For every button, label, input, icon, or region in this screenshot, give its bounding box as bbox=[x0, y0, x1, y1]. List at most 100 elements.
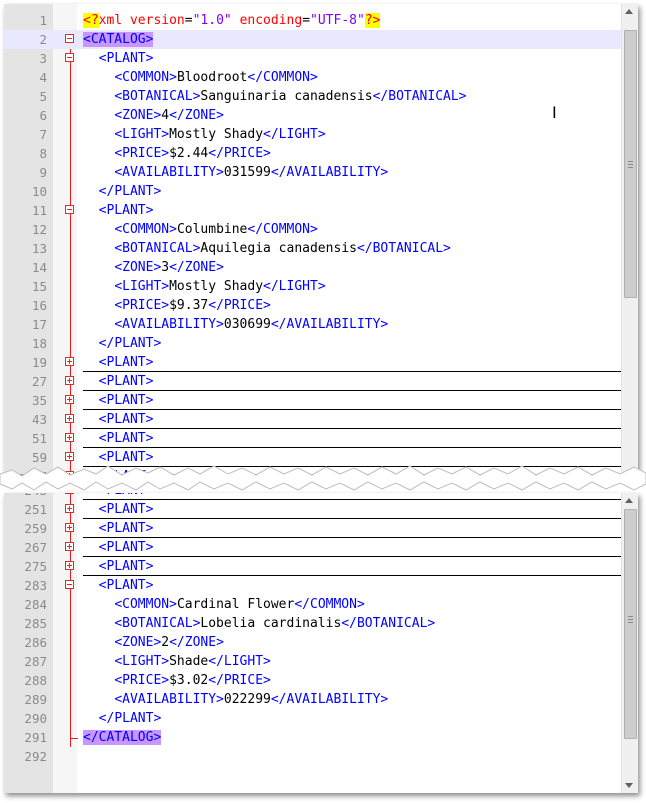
code-line[interactable]: 292 bbox=[4, 747, 621, 766]
xml-tag[interactable]: <PLANT> bbox=[99, 540, 154, 555]
code-line[interactable]: 284 <COMMON>Cardinal Flower</COMMON> bbox=[4, 595, 621, 614]
code-line[interactable]: 288 <PRICE>$3.02</PRICE> bbox=[4, 671, 621, 690]
code-text[interactable]: <CATALOG> bbox=[83, 30, 154, 49]
code-text[interactable]: <AVAILABILITY>030699</AVAILABILITY> bbox=[83, 315, 388, 334]
code-line[interactable]: 243 <PLANT> bbox=[4, 493, 621, 500]
fold-expand-icon[interactable] bbox=[65, 433, 74, 442]
code-line[interactable]: 51 <PLANT> bbox=[4, 429, 621, 448]
code-text[interactable]: <ZONE>2</ZONE> bbox=[83, 633, 224, 652]
code-line[interactable]: 291 </CATALOG> bbox=[4, 728, 621, 747]
code-text[interactable]: <?xml version="1.0" encoding="UTF-8"?> bbox=[83, 11, 381, 30]
xml-tag[interactable]: <PLANT> bbox=[99, 502, 154, 517]
code-text[interactable]: <PLANT> bbox=[83, 500, 154, 519]
code-lines[interactable]: 243 <PLANT>251 <PLANT>259 <PLANT>267 <PL… bbox=[4, 493, 621, 766]
fold-collapse-icon[interactable] bbox=[65, 580, 74, 589]
fold-expand-icon[interactable] bbox=[65, 395, 74, 404]
code-line[interactable]: 17 <AVAILABILITY>030699</AVAILABILITY> bbox=[4, 315, 621, 334]
code-line[interactable]: 259 <PLANT> bbox=[4, 519, 621, 538]
fold-collapse-icon[interactable] bbox=[65, 205, 74, 214]
fold-collapse-icon[interactable] bbox=[65, 53, 74, 62]
code-text[interactable]: <COMMON>Bloodroot</COMMON> bbox=[83, 68, 318, 87]
code-line[interactable]: 290 </PLANT> bbox=[4, 709, 621, 728]
code-text[interactable]: <COMMON>Columbine</COMMON> bbox=[83, 220, 318, 239]
code-line[interactable]: 13 <BOTANICAL>Aquilegia canadensis</BOTA… bbox=[4, 239, 621, 258]
code-line[interactable]: 14 <ZONE>3</ZONE> bbox=[4, 258, 621, 277]
xml-tag[interactable]: </CATALOG> bbox=[83, 730, 162, 745]
code-line[interactable]: 4 <COMMON>Bloodroot</COMMON> bbox=[4, 68, 621, 87]
code-line[interactable]: 43 <PLANT> bbox=[4, 410, 621, 429]
xml-tag[interactable]: <CATALOG> bbox=[83, 32, 154, 47]
code-line[interactable]: 287 <LIGHT>Shade</LIGHT> bbox=[4, 652, 621, 671]
code-line[interactable]: 35 <PLANT> bbox=[4, 391, 621, 410]
code-text[interactable]: <PLANT> bbox=[83, 372, 154, 391]
code-text[interactable]: <PLANT> bbox=[83, 519, 154, 538]
code-text[interactable]: <PLANT> bbox=[83, 49, 154, 68]
code-text[interactable]: <PRICE>$3.02</PRICE> bbox=[83, 671, 271, 690]
fold-expand-icon[interactable] bbox=[65, 493, 74, 494]
editor-panel-top[interactable]: 1 <?xml version="1.0" encoding="UTF-8"?> 2… bbox=[4, 4, 638, 474]
editor-panel-bottom[interactable]: 243 <PLANT>251 <PLANT>259 <PLANT>267 <PL… bbox=[4, 493, 638, 793]
code-text[interactable]: <PLANT> bbox=[83, 557, 154, 576]
fold-expand-icon[interactable] bbox=[65, 523, 74, 532]
code-line[interactable]: 11 <PLANT> bbox=[4, 201, 621, 220]
scroll-up-arrow-icon[interactable] bbox=[625, 9, 633, 14]
code-text[interactable]: <ZONE>3</ZONE> bbox=[83, 258, 224, 277]
code-line[interactable]: 286 <ZONE>2</ZONE> bbox=[4, 633, 621, 652]
fold-expand-icon[interactable] bbox=[65, 504, 74, 513]
code-line[interactable]: 10 </PLANT> bbox=[4, 182, 621, 201]
code-line[interactable]: 6 <ZONE>4</ZONE> bbox=[4, 106, 621, 125]
code-line[interactable]: 1 <?xml version="1.0" encoding="UTF-8"?> bbox=[4, 11, 621, 30]
xml-tag[interactable]: <PLANT> bbox=[99, 393, 154, 408]
code-line[interactable]: 19 <PLANT> bbox=[4, 353, 621, 372]
fold-expand-icon[interactable] bbox=[65, 357, 74, 366]
code-text[interactable]: <PLANT> bbox=[83, 576, 154, 595]
code-line[interactable]: 16 <PRICE>$9.37</PRICE> bbox=[4, 296, 621, 315]
code-text[interactable]: <PLANT> bbox=[83, 353, 154, 372]
fold-collapse-icon[interactable] bbox=[65, 34, 74, 43]
code-line[interactable]: 12 <COMMON>Columbine</COMMON> bbox=[4, 220, 621, 239]
code-text[interactable]: <BOTANICAL>Sanguinaria canadensis</BOTAN… bbox=[83, 87, 466, 106]
scrollbar-thumb[interactable] bbox=[624, 30, 637, 298]
code-text[interactable]: <PLANT> bbox=[83, 429, 154, 448]
fold-expand-icon[interactable] bbox=[65, 561, 74, 570]
code-line[interactable]: 7 <LIGHT>Mostly Shady</LIGHT> bbox=[4, 125, 621, 144]
code-line[interactable]: 18 </PLANT> bbox=[4, 334, 621, 353]
xml-tag[interactable]: </PLANT> bbox=[99, 336, 162, 351]
code-lines[interactable]: 1 <?xml version="1.0" encoding="UTF-8"?> 2… bbox=[4, 11, 621, 474]
code-line[interactable]: 289 <AVAILABILITY>022299</AVAILABILITY> bbox=[4, 690, 621, 709]
xml-tag[interactable]: <PLANT> bbox=[99, 559, 154, 574]
xml-tag[interactable]: <PLANT> bbox=[99, 521, 154, 536]
code-text[interactable]: <PRICE>$2.44</PRICE> bbox=[83, 144, 271, 163]
vertical-scrollbar[interactable] bbox=[621, 493, 638, 793]
code-text[interactable]: <PLANT> bbox=[83, 538, 154, 557]
code-text[interactable]: <AVAILABILITY>031599</AVAILABILITY> bbox=[83, 163, 388, 182]
xml-tag[interactable]: <PLANT> bbox=[99, 374, 154, 389]
code-line[interactable]: 27 <PLANT> bbox=[4, 372, 621, 391]
code-line[interactable]: 5 <BOTANICAL>Sanguinaria canadensis</BOT… bbox=[4, 87, 621, 106]
xml-tag[interactable]: <PLANT> bbox=[99, 431, 154, 446]
code-text[interactable]: </PLANT> bbox=[83, 182, 162, 201]
fold-expand-icon[interactable] bbox=[65, 376, 74, 385]
code-line[interactable]: 15 <LIGHT>Mostly Shady</LIGHT> bbox=[4, 277, 621, 296]
scroll-up-arrow-icon[interactable] bbox=[625, 498, 633, 503]
code-text[interactable]: <ZONE>4</ZONE> bbox=[83, 106, 224, 125]
code-line[interactable]: 8 <PRICE>$2.44</PRICE> bbox=[4, 144, 621, 163]
code-text[interactable]: <PRICE>$9.37</PRICE> bbox=[83, 296, 271, 315]
code-text[interactable]: <LIGHT>Mostly Shady</LIGHT> bbox=[83, 125, 325, 144]
code-text[interactable]: <COMMON>Cardinal Flower</COMMON> bbox=[83, 595, 364, 614]
xml-tag[interactable]: <PLANT> bbox=[99, 355, 154, 370]
vertical-scrollbar[interactable] bbox=[621, 4, 638, 474]
code-text[interactable]: </PLANT> bbox=[83, 334, 162, 353]
xml-tag[interactable]: <PLANT> bbox=[99, 203, 154, 218]
code-text[interactable]: <AVAILABILITY>022299</AVAILABILITY> bbox=[83, 690, 388, 709]
code-text[interactable]: <LIGHT>Shade</LIGHT> bbox=[83, 652, 271, 671]
code-line[interactable]: 283 <PLANT> bbox=[4, 576, 621, 595]
code-line[interactable]: 251 <PLANT> bbox=[4, 500, 621, 519]
code-line[interactable]: 2 <CATALOG> bbox=[4, 30, 621, 49]
xml-tag[interactable]: <PLANT> bbox=[99, 578, 154, 593]
fold-expand-icon[interactable] bbox=[65, 414, 74, 423]
code-text[interactable]: <PLANT> bbox=[83, 201, 154, 220]
code-line[interactable]: 3 <PLANT> bbox=[4, 49, 621, 68]
code-line[interactable]: 267 <PLANT> bbox=[4, 538, 621, 557]
xml-tag[interactable]: </PLANT> bbox=[99, 184, 162, 199]
